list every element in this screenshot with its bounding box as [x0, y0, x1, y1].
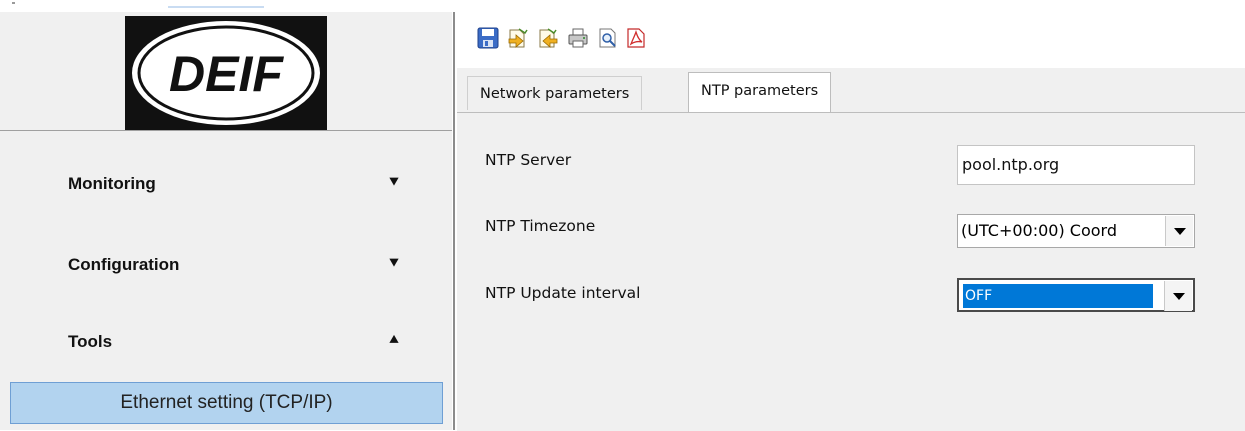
sidebar-item-tools[interactable]: Tools ⯅ — [68, 332, 428, 356]
import-icon[interactable] — [507, 27, 529, 49]
sidebar-item-label: Configuration — [68, 255, 180, 274]
main-panel: Network parameters NTP parameters NTP Se… — [457, 12, 1245, 431]
pdf-icon[interactable] — [625, 27, 647, 49]
ntp-update-interval-value: OFF — [963, 284, 1153, 308]
sidebar-item-monitoring[interactable]: Monitoring ⯆ — [68, 174, 428, 198]
chevron-up-icon[interactable]: ⯅ — [388, 332, 400, 349]
ntp-timezone-label: NTP Timezone — [485, 217, 596, 235]
chevron-down-icon[interactable]: ⯆ — [388, 174, 400, 191]
logo-area: DEIF — [0, 12, 452, 131]
dropdown-arrow-icon[interactable] — [1164, 281, 1192, 311]
ntp-update-interval-select[interactable]: OFF — [957, 278, 1195, 312]
sidebar-item-label: Monitoring — [68, 174, 156, 193]
dropdown-arrow-icon[interactable] — [1165, 216, 1193, 246]
logo-text: DEIF — [169, 46, 284, 102]
ntp-timezone-select[interactable]: (UTC+00:00) Coord — [957, 214, 1195, 248]
sidebar: DEIF Monitoring ⯆ Configuration ⯆ Tools … — [0, 12, 452, 430]
ntp-update-interval-label: NTP Update interval — [485, 284, 641, 302]
top-strip-highlight — [168, 6, 264, 8]
top-strip-mark — [12, 2, 15, 4]
tab-network-parameters[interactable]: Network parameters — [467, 76, 643, 110]
export-icon[interactable] — [537, 27, 559, 49]
ntp-server-label: NTP Server — [485, 151, 572, 169]
sidebar-item-configuration[interactable]: Configuration ⯆ — [68, 255, 428, 279]
print-icon[interactable] — [567, 27, 589, 49]
ntp-server-input[interactable]: pool.ntp.org — [957, 145, 1195, 185]
deif-logo: DEIF — [125, 16, 327, 130]
print-preview-icon[interactable] — [597, 27, 619, 49]
top-strip — [0, 0, 1245, 12]
sidebar-subitem-ethernet-setting[interactable]: Ethernet setting (TCP/IP) — [10, 382, 443, 424]
ntp-parameters-panel: NTP Server pool.ntp.org NTP Timezone (UT… — [457, 112, 1245, 431]
tab-ntp-parameters[interactable]: NTP parameters — [688, 72, 832, 112]
tab-strip: Network parameters NTP parameters — [457, 72, 1245, 112]
ntp-timezone-value: (UTC+00:00) Coord — [961, 221, 1118, 240]
save-icon[interactable] — [477, 27, 499, 49]
toolbar — [457, 12, 1245, 68]
sidebar-item-label: Tools — [68, 332, 113, 351]
splitter-line — [453, 12, 455, 430]
chevron-down-icon[interactable]: ⯆ — [388, 255, 400, 272]
